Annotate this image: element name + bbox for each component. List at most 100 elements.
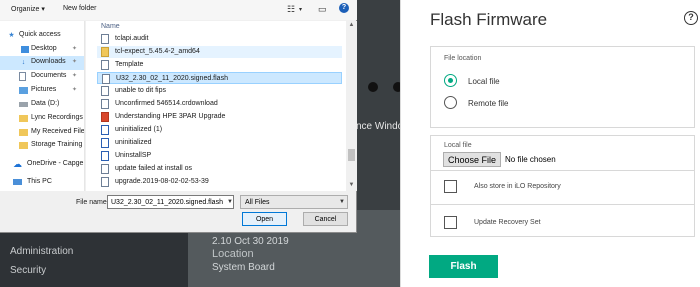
file-row-tcl-expect[interactable]: tcl-expect_5.45.4-2_amd64 [97,46,342,58]
nav-item-quick-access[interactable]: ★ Quick access [0,29,84,43]
navigation-pane: ★ Quick access Desktop ✦ ↓ Downloads ✦ D… [0,21,85,191]
file-name: Template [115,61,144,68]
scroll-down-icon[interactable]: ▼ [347,181,356,190]
nav-item-label: Quick access [19,31,61,38]
chevron-down-icon[interactable]: ▼ [339,199,345,205]
nav-item-label: Pictures [31,86,57,93]
file-row-uninstallsp[interactable]: UninstallSP [97,150,342,162]
file-row-uninitialized[interactable]: uninitialized [97,137,342,149]
folder-icon [19,129,28,136]
file-row-understanding-hpe[interactable]: Understanding HPE 3PAR Upgrade [97,111,342,123]
nav-item-label: Downloads [31,58,66,65]
file-type-filter[interactable]: All Files [240,195,348,209]
page-title: Flash Firmware [430,10,548,29]
local-file-group: Local file Choose File No file chosen Al… [430,135,695,237]
scrollbar-thumb[interactable] [348,149,355,161]
pin-icon: ✦ [72,87,78,93]
nav-item-label: Storage Training [31,141,83,148]
nav-item-storage-training[interactable]: Storage Training [0,139,84,153]
flash-button[interactable]: Flash [429,255,498,278]
firmware-version: 2.10 Oct 30 2019 [212,236,289,247]
file-list-scrollbar[interactable]: ▲ ▼ [346,21,357,191]
folder-icon [19,115,28,122]
column-header-name[interactable]: Name [101,23,120,30]
pdf-icon [101,112,109,122]
open-button[interactable]: Open [242,212,287,226]
view-options-icon[interactable]: ☷ [287,4,295,15]
onedrive-icon: ☁ [13,159,22,169]
scroll-up-icon[interactable]: ▲ [347,21,356,30]
file-row-unable-to-dit-fips[interactable]: unable to dit fips [97,85,342,97]
preview-pane-icon[interactable]: ▭ [318,4,327,15]
pin-icon: ✦ [72,73,78,79]
download-icon: ↓ [21,59,26,66]
chevron-down-icon[interactable]: ▾ [299,6,302,13]
choose-file-button[interactable]: Choose File [443,152,501,167]
file-name: UninstallSP [115,152,152,159]
chevron-down-icon[interactable]: ▼ [227,199,233,205]
organize-button[interactable]: Organize ▾ [11,5,45,13]
file-list: Name tclapi.audit tcl-expect_5.45.4-2_am… [86,21,357,191]
file-row-tclapi-audit[interactable]: tclapi.audit [97,33,342,45]
pin-icon: ✦ [72,59,78,65]
folder-icon [101,47,109,57]
file-location-group: File location Local file Remote file [430,46,695,128]
nav-item-lync-recordings[interactable]: Lync Recordings [0,112,84,126]
nav-item-onedrive[interactable]: ☁ OneDrive - Capge [0,158,84,172]
folder-icon [19,142,28,149]
local-file-radio-label: Local file [468,77,500,86]
remote-file-radio[interactable] [444,96,457,109]
file-row-unconfirmed-crdownload[interactable]: Unconfirmed 546514.crdownload [97,98,342,110]
nav-item-label: Documents [31,72,67,79]
file-name: tclapi.audit [115,35,149,42]
update-recovery-label: Update Recovery Set [474,219,541,226]
update-recovery-checkbox[interactable] [444,216,457,229]
file-icon [101,138,109,148]
pin-icon: ✦ [72,46,78,52]
star-icon: ★ [8,32,15,39]
file-icon [101,60,109,70]
new-folder-button[interactable]: New folder [63,5,96,12]
background-header-strip [355,0,400,210]
file-name: update failed at install os [115,165,193,172]
file-row-update-failed[interactable]: update failed at install os [97,163,342,175]
file-icon [101,151,109,161]
local-file-radio[interactable] [444,74,457,87]
nav-item-this-pc[interactable]: This PC [0,176,84,190]
file-row-template[interactable]: Template [97,59,342,71]
nav-item-downloads[interactable]: ↓ Downloads ✦ [0,56,84,70]
file-open-dialog: Organize ▾ New folder ☷ ▾ ▭ ? ★ Quick ac… [0,0,357,233]
file-row-upgrade-log[interactable]: upgrade.2019-08-02-02-53-39 [97,176,342,188]
file-location-label: File location [444,55,482,62]
pc-icon [13,179,22,185]
file-row-uninitialized-1[interactable]: uninitialized (1) [97,124,342,136]
nav-item-my-received-files[interactable]: My Received File [0,126,84,140]
file-icon [101,177,109,187]
pictures-icon [19,87,28,94]
no-file-chosen-text: No file chosen [505,155,556,164]
file-name: upgrade.2019-08-02-02-53-39 [115,178,209,185]
background-partial-text: nce Windo [356,121,404,132]
cancel-button[interactable]: Cancel [303,212,348,226]
nav-item-label: Desktop [31,45,57,52]
nav-item-label: Data (D:) [31,100,60,107]
location-label: Location [212,248,254,260]
also-store-label: Also store in iLO Repository [474,183,561,190]
sidebar-item-security[interactable]: Security [10,265,46,276]
help-icon[interactable]: ? [684,11,698,25]
status-dot-icon [368,82,378,92]
nav-item-documents[interactable]: Documents ✦ [0,70,84,84]
also-store-checkbox[interactable] [444,180,457,193]
file-row-selected-flash[interactable]: U32_2.30_02_11_2020.signed.flash [97,72,342,84]
file-name-input[interactable]: U32_2.30_02_11_2020.signed.flash [107,195,234,209]
nav-item-pictures[interactable]: Pictures ✦ [0,84,84,98]
nav-item-data-drive[interactable]: Data (D:) [0,98,84,112]
help-icon[interactable]: ? [339,3,349,13]
file-name: tcl-expect_5.45.4-2_amd64 [115,48,200,55]
chevron-down-icon: ▾ [41,6,45,13]
sidebar-item-administration[interactable]: Administration [10,246,73,257]
location-value: System Board [212,262,275,273]
nav-item-label: Lync Recordings [31,114,83,121]
file-icon [101,86,109,96]
nav-item-desktop[interactable]: Desktop ✦ [0,43,84,57]
